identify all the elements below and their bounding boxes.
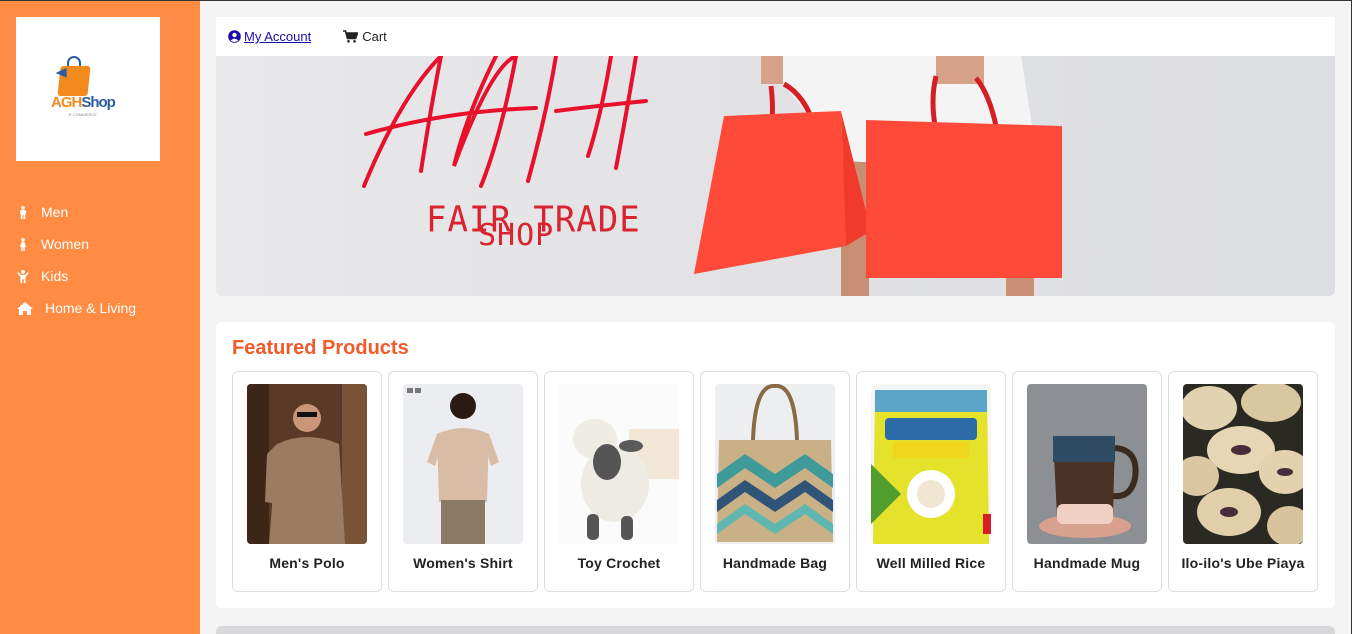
featured-products-section: Featured Products Men's Polo Women's Shi… [216,322,1335,608]
product-name: Handmade Mug [1033,555,1141,571]
product-card[interactable]: Handmade Mug [1012,371,1162,592]
sidebar-item-kids[interactable]: Kids [0,260,200,292]
logo-subtitle: E-COMMERCE [69,112,97,117]
product-list: Men's Polo Women's Shirt Toy Crochet Han… [232,371,1318,592]
product-name: Men's Polo [269,555,345,571]
product-image [559,384,679,544]
product-name: Toy Crochet [577,555,661,571]
product-image [871,384,991,544]
product-image [715,384,835,544]
cart-label: Cart [362,29,387,44]
product-card[interactable]: Ilo-ilo's Ube Piaya [1168,371,1318,592]
my-account-link[interactable]: My Account [228,29,311,44]
product-image [1183,384,1303,544]
child-icon [15,269,31,283]
sidebar-item-women[interactable]: Women [0,228,200,260]
sidebar-item-men[interactable]: Men [0,196,200,228]
sidebar-item-label: Home & Living [45,300,137,316]
product-name: Ilo-ilo's Ube Piaya [1181,555,1305,571]
cart-link[interactable]: Cart [343,29,387,44]
product-card[interactable]: Women's Shirt [388,371,538,592]
product-card[interactable]: Toy Crochet [544,371,694,592]
male-icon [15,205,31,219]
sidebar-item-label: Kids [41,268,69,284]
sidebar-item-label: Men [41,204,69,220]
section-title: Featured Products [232,337,409,359]
banner-line-shop: SHOP [478,218,555,253]
hero-banner[interactable]: FAIR TRADE SHOP [216,56,1335,296]
top-bar: My Account Cart [216,17,1335,56]
product-card[interactable]: Men's Polo [232,371,382,592]
banner-illustration [362,56,1062,296]
sidebar-item-label: Women [41,236,89,252]
product-name: Handmade Bag [722,555,828,571]
product-name: Women's Shirt [413,555,513,571]
next-section-edge [216,626,1335,634]
logo-text: AGHShop [51,94,116,111]
my-account-label: My Account [244,29,312,44]
product-card[interactable]: Well Milled Rice [856,371,1006,592]
product-name: Well Milled Rice [876,555,986,571]
cart-icon [343,30,359,43]
sidebar: AGHShop E-COMMERCE Men Women Kids Home &… [0,0,200,634]
shopping-bag-logo-icon: AGHShop E-COMMERCE [51,54,123,124]
product-image [247,384,367,544]
logo[interactable]: AGHShop E-COMMERCE [16,17,160,161]
product-image [403,384,523,544]
category-nav: Men Women Kids Home & Living [0,196,200,324]
female-icon [15,237,31,251]
home-icon [15,301,35,315]
product-card[interactable]: Handmade Bag [700,371,850,592]
product-image [1027,384,1147,544]
sidebar-item-home-living[interactable]: Home & Living [0,292,200,324]
user-circle-icon [228,30,241,43]
